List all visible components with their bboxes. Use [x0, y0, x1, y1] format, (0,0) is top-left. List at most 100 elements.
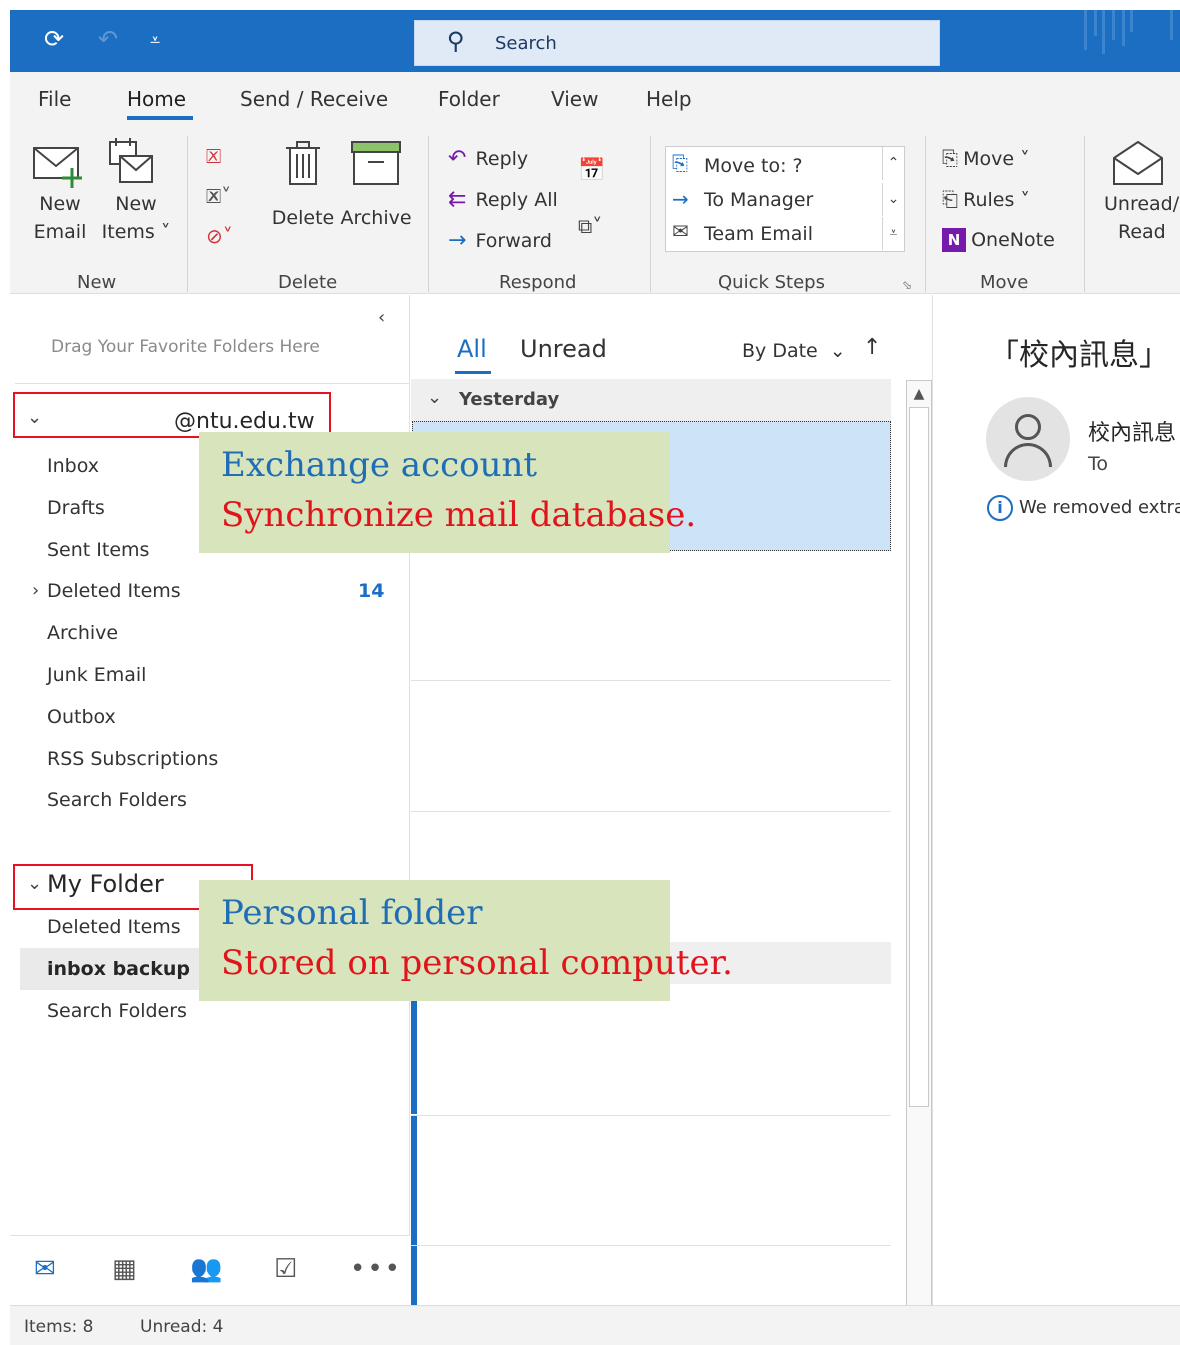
quick-step-move-to[interactable]: ⎘ Move to: ? — [666, 151, 880, 183]
clean-up-icon[interactable]: 🗷˅ — [206, 184, 231, 208]
unread-count-badge: 14 — [358, 580, 385, 602]
annotation-title: Exchange account — [221, 445, 538, 485]
undo-icon[interactable]: ↶ — [98, 24, 118, 54]
chevron-right-icon[interactable]: › — [32, 580, 39, 601]
folder-rss-subscriptions[interactable]: RSS Subscriptions — [47, 748, 218, 770]
folder-search-folders[interactable]: Search Folders — [47, 789, 187, 811]
group-label-move: Move — [980, 272, 1029, 293]
unread-read-button[interactable]: Unread/Read — [1100, 138, 1180, 248]
reply-all-button[interactable]: ⇇ Reply All — [448, 187, 558, 212]
sender-name[interactable]: 校內訊息 — [1088, 415, 1176, 447]
annotation-title: Personal folder — [221, 893, 483, 933]
tab-view[interactable]: View — [551, 87, 598, 111]
search-box[interactable]: ⚲ Search — [414, 20, 940, 66]
folder-inbox-backup[interactable]: inbox backup — [47, 958, 190, 980]
folder-deleted-items[interactable]: Deleted Items — [47, 580, 181, 602]
scroll-up-arrow-icon[interactable]: ▲ — [907, 381, 931, 407]
junk-icon[interactable]: ⊘˅ — [206, 224, 233, 248]
unread-indicator — [411, 1246, 417, 1305]
filter-tab-all[interactable]: All — [457, 335, 487, 363]
date-group-header[interactable]: ⌄ Yesterday — [411, 379, 891, 421]
folder-outbox[interactable]: Outbox — [47, 706, 116, 728]
sort-dropdown[interactable]: By Date ⌄ — [742, 340, 846, 362]
archive-button[interactable]: Archive — [340, 138, 412, 248]
item-count: Items: 8 — [24, 1317, 94, 1337]
ribbon-separator — [650, 136, 651, 292]
dropdown-icon[interactable]: ⩡ — [150, 26, 160, 56]
onenote-button[interactable]: N OneNote — [942, 228, 1055, 252]
arrow-right-icon: → — [672, 187, 689, 211]
account-name[interactable]: @ntu.edu.tw — [174, 409, 315, 434]
quick-step-team-email[interactable]: ✉ Team Email — [666, 219, 880, 251]
tab-help[interactable]: Help — [646, 87, 692, 111]
reply-all-icon: ⇇ — [448, 187, 467, 212]
chevron-down-icon[interactable]: ⌄ — [27, 873, 42, 894]
quick-step-label: Team Email — [704, 223, 813, 245]
folder-inbox[interactable]: Inbox — [47, 455, 99, 477]
folder-junk-email[interactable]: Junk Email — [47, 664, 146, 686]
new-email-button[interactable]: New Email — [30, 138, 92, 248]
folder-drafts[interactable]: Drafts — [47, 497, 105, 519]
quick-step-to-manager[interactable]: → To Manager — [666, 185, 880, 217]
group-label-delete: Delete — [278, 272, 338, 293]
more-respond-icon[interactable]: ⧉˅ — [578, 214, 602, 238]
ignore-icon[interactable]: 🗵 — [206, 144, 221, 168]
move-label: Move ˅ — [963, 148, 1030, 170]
tab-file[interactable]: File — [38, 87, 71, 111]
active-filter-indicator — [455, 371, 491, 374]
favorites-hint: Drag Your Favorite Folders Here — [51, 337, 320, 357]
favorites-divider — [15, 383, 410, 384]
people-icon[interactable]: 👥 — [190, 1254, 222, 1284]
avatar — [986, 397, 1070, 481]
folder-archive[interactable]: Archive — [47, 622, 118, 644]
info-notice[interactable]: We removed extra — [1019, 497, 1180, 518]
sort-label: By Date — [742, 340, 818, 362]
message-divider — [411, 811, 891, 812]
more-apps-icon[interactable]: ••• — [350, 1254, 402, 1284]
forward-button[interactable]: → Forward — [448, 228, 552, 253]
status-bar: Items: 8 Unread: 4 — [10, 1305, 1180, 1345]
reply-button[interactable]: ↶ Reply — [448, 146, 528, 171]
folder-sent-items[interactable]: Sent Items — [47, 539, 149, 561]
reply-all-label: Reply All — [475, 189, 558, 211]
message-list-scrollbar[interactable]: ▲ — [906, 380, 932, 1315]
onenote-label: OneNote — [971, 229, 1055, 251]
move-button[interactable]: ⎘ Move ˅ — [942, 146, 1030, 170]
group-label-quick-steps: Quick Steps — [718, 272, 825, 293]
rules-button[interactable]: ⎗ Rules ˅ — [942, 187, 1030, 211]
title-bar: ⟳ ↶ ⩡ ⚲ Search — [10, 10, 1180, 72]
ribbon: New Email New Items ˅ New 🗵 🗷˅ ⊘˅ Delete… — [10, 124, 1180, 294]
filter-tab-unread[interactable]: Unread — [520, 335, 607, 363]
reply-icon: ↶ — [448, 146, 467, 171]
mail-icon[interactable]: ✉ — [34, 1254, 56, 1284]
scroll-up-button[interactable]: ⌃ — [882, 147, 904, 180]
folder-pst-search-folders[interactable]: Search Folders — [47, 1000, 187, 1022]
more-quick-steps-button[interactable]: ⩡ — [882, 217, 904, 250]
personal-folder-annotation: Personal folder Stored on personal compu… — [199, 880, 733, 1001]
forward-icon: → — [448, 228, 467, 253]
refresh-icon[interactable]: ⟳ — [44, 24, 64, 54]
reply-label: Reply — [475, 148, 529, 170]
scrollbar-thumb[interactable] — [909, 407, 929, 1107]
delete-button[interactable]: Delete — [272, 138, 334, 248]
tab-folder[interactable]: Folder — [438, 87, 500, 111]
dialog-launcher-icon[interactable]: ⬂ — [902, 278, 912, 292]
annotation-description: Stored on personal computer. — [221, 943, 733, 983]
new-items-button[interactable]: New Items ˅ — [102, 138, 170, 248]
tab-home[interactable]: Home — [127, 87, 186, 111]
recipient-label: To — [1088, 453, 1109, 475]
collapse-pane-icon[interactable]: ‹ — [378, 307, 385, 328]
folder-pst-deleted-items[interactable]: Deleted Items — [47, 916, 181, 938]
envelope-icon: ✉ — [672, 219, 689, 243]
rules-icon: ⎗ — [942, 187, 958, 211]
tab-send-receive[interactable]: Send / Receive — [240, 87, 388, 111]
calendar-icon[interactable]: ▦ — [112, 1254, 137, 1284]
sort-direction-icon[interactable]: ↑ — [863, 335, 881, 360]
tasks-icon[interactable]: ☑ — [274, 1254, 297, 1284]
my-folder-header[interactable]: My Folder — [47, 870, 164, 898]
meeting-reply-icon[interactable]: 📅 — [578, 158, 605, 183]
scroll-down-button[interactable]: ⌄ — [882, 183, 904, 216]
message-divider — [411, 680, 891, 681]
message-subject: 「校內訊息」 — [989, 338, 1169, 373]
chevron-down-icon[interactable]: ⌄ — [27, 407, 42, 428]
